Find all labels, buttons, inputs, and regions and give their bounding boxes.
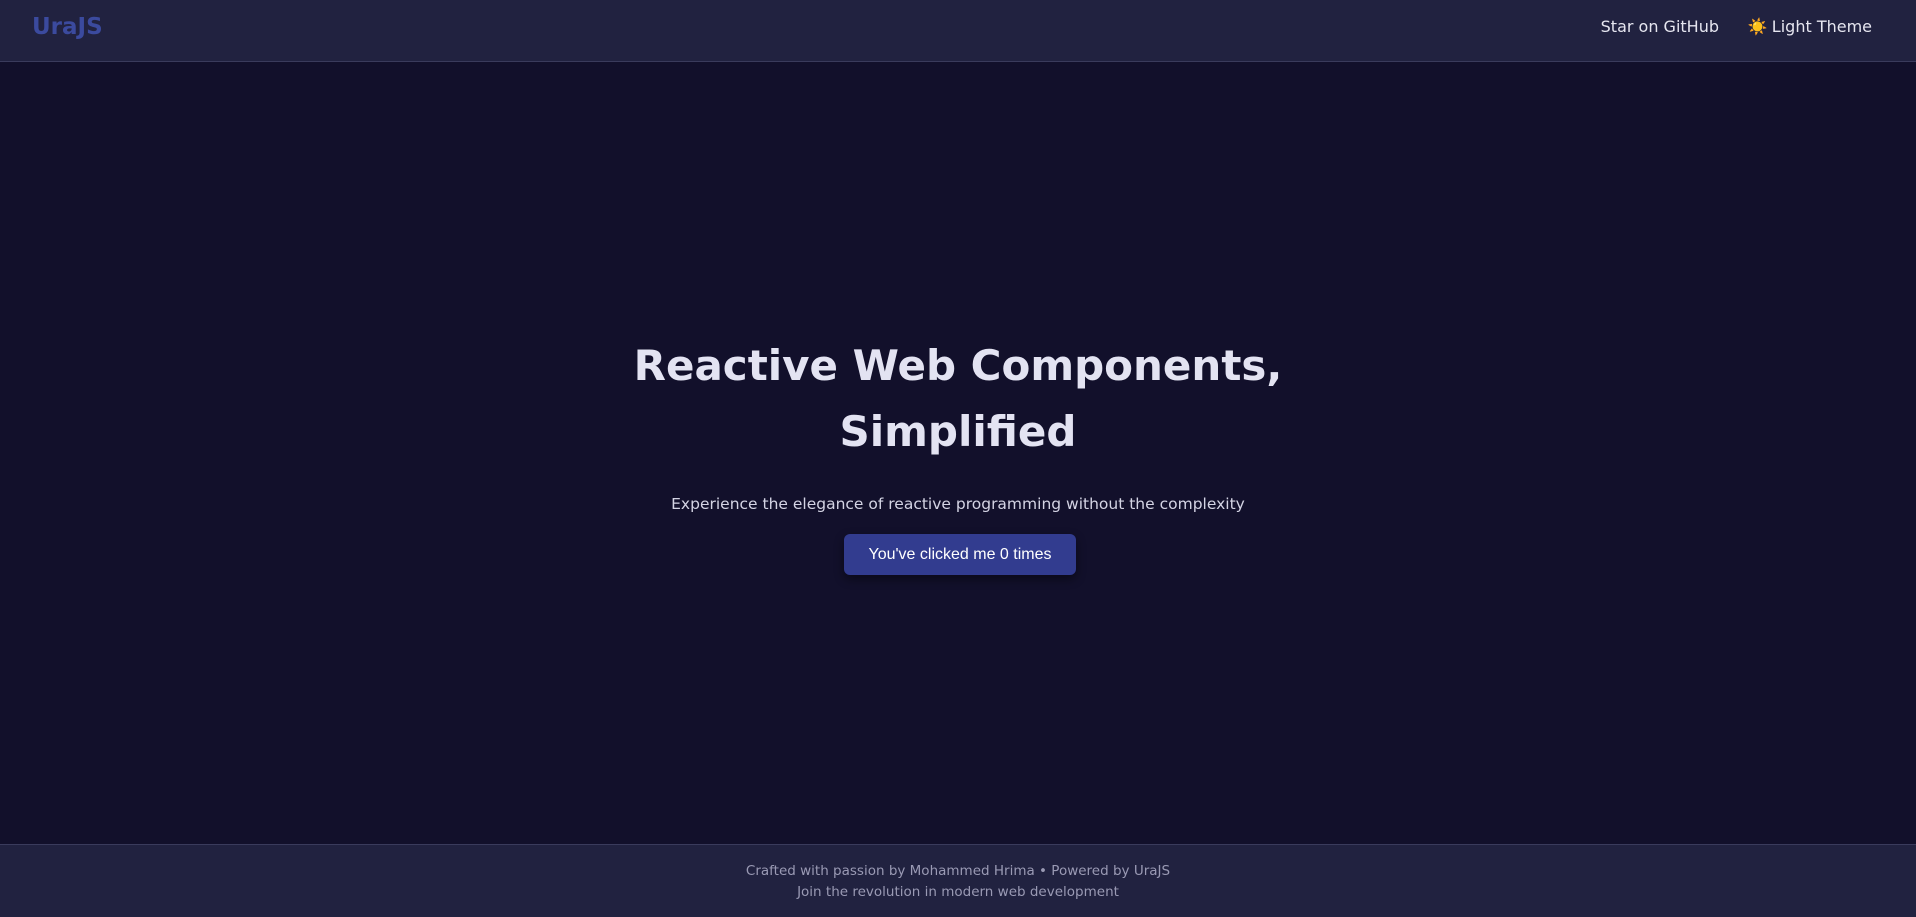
hero-subtitle: Experience the elegance of reactive prog… [671, 495, 1245, 513]
footer-credits: Crafted with passion by Mohammed Hrima •… [745, 863, 1171, 879]
hero-title-line-2: Simplified [839, 407, 1077, 456]
footer-tagline: Join the revolution in modern web develo… [797, 884, 1119, 900]
theme-toggle-label: Light Theme [1771, 17, 1872, 36]
star-on-github-link[interactable]: Star on GitHub [1601, 15, 1719, 39]
footer: Crafted with passion by Mohammed Hrima •… [0, 844, 1916, 917]
sun-icon: ☀️ [1747, 17, 1768, 36]
top-navbar: UraJS Star on GitHub ☀️ Light Theme [0, 0, 1916, 62]
hero-title: Reactive Web Components, Simplified [0, 333, 1916, 465]
click-counter-button[interactable]: You've clicked me 0 times [844, 534, 1076, 575]
hero-title-line-1: Reactive Web Components, [633, 341, 1283, 390]
theme-toggle-button[interactable]: ☀️ Light Theme [1748, 15, 1872, 39]
hero-section: Reactive Web Components, Simplified Expe… [0, 62, 1916, 844]
logo[interactable]: UraJS [32, 12, 103, 42]
